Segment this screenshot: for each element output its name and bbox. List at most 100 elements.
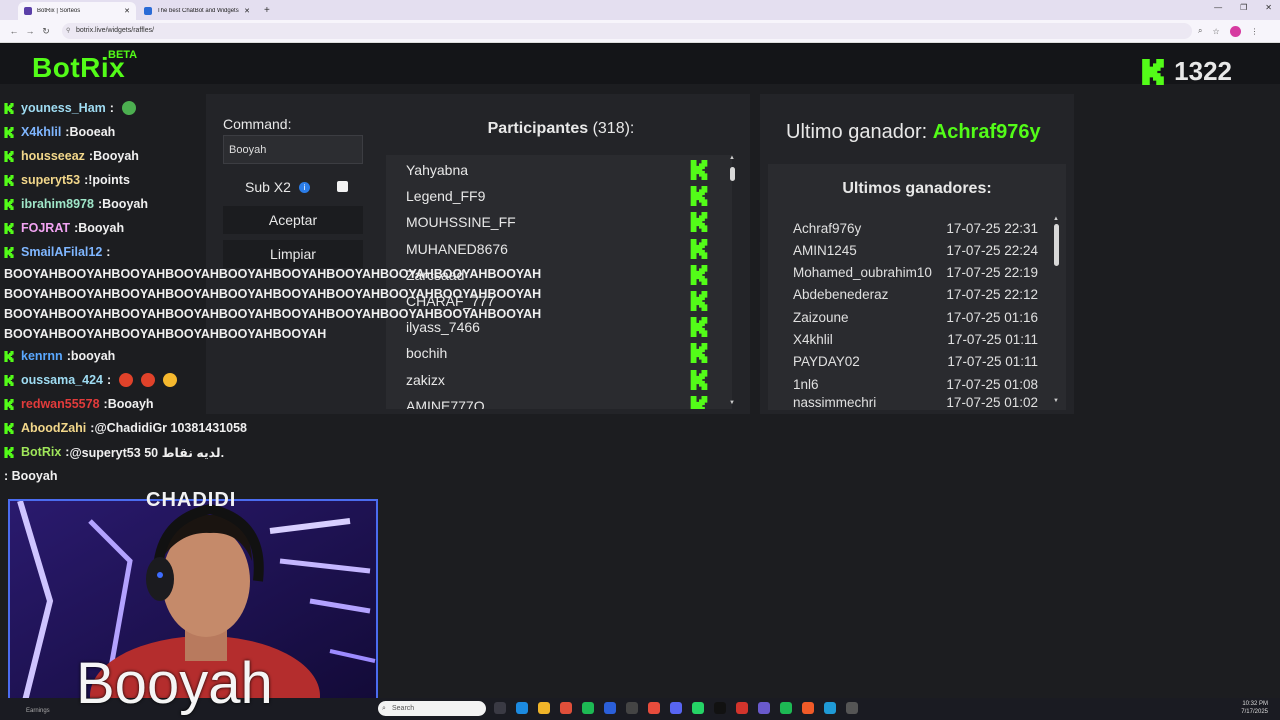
winner-name: nassimmechri: [793, 395, 877, 410]
kick-badge-icon: [4, 102, 14, 114]
app-icon[interactable]: [714, 702, 726, 714]
chat-username[interactable]: housseeaz: [21, 149, 85, 163]
profile-avatar[interactable]: [1229, 25, 1241, 37]
chat-username[interactable]: FOJRAT: [21, 221, 70, 235]
menu-dots-icon[interactable]: ⋮: [1251, 27, 1259, 36]
app-icon[interactable]: [824, 702, 836, 714]
scroll-thumb[interactable]: [730, 167, 735, 181]
chat-spam-text: BOOYAHBOOYAHBOOYAHBOOYAHBOOYAHBOOYAHBOOY…: [4, 267, 542, 341]
app-icon[interactable]: [648, 702, 660, 714]
winner-name: Mohamed_oubrahim10: [793, 265, 932, 281]
kick-badge-icon: [4, 150, 14, 162]
close-tab-icon[interactable]: ✕: [124, 7, 130, 15]
last-winner-label: Ultimo ganador:: [786, 121, 928, 143]
chat-username[interactable]: redwan55578: [21, 397, 100, 411]
scroll-up-icon[interactable]: ▲: [729, 155, 735, 161]
winners-scrollbar[interactable]: ▲ ▼: [1052, 216, 1062, 408]
scroll-thumb[interactable]: [1054, 224, 1059, 266]
winner-date: 17-07-25 01:02: [946, 395, 1038, 410]
chat-tail-message: : Booyah: [4, 469, 58, 483]
maximize-icon[interactable]: ❐: [1240, 3, 1247, 12]
winner-date: 17-07-25 22:19: [946, 265, 1038, 281]
scroll-down-icon[interactable]: ▼: [729, 400, 735, 406]
forward-icon[interactable]: →: [22, 26, 38, 36]
discord-icon[interactable]: [670, 702, 682, 714]
app-icon[interactable]: [846, 702, 858, 714]
kick-badge-icon: [690, 160, 708, 180]
minimize-icon[interactable]: —: [1214, 3, 1222, 12]
taskbar-apps: [494, 702, 858, 714]
spotify-icon[interactable]: [780, 702, 792, 714]
chat-username[interactable]: BotRix: [21, 445, 61, 459]
chat-message: redwan55578 : Booayh: [4, 392, 564, 416]
scroll-down-icon[interactable]: ▼: [1053, 398, 1059, 404]
chat-username[interactable]: AboodZahi: [21, 421, 86, 435]
zoom-icon[interactable]: ⌕: [1198, 26, 1202, 36]
winner-name: PAYDAY02: [793, 354, 860, 370]
bookmark-star-icon[interactable]: ☆: [1212, 27, 1219, 36]
chat-text: booyah: [70, 349, 116, 363]
url-field[interactable]: ⚲ botrix.live/widgets/raffles/: [62, 23, 1192, 39]
file-explorer-icon[interactable]: [538, 702, 550, 714]
kick-badge-icon: [4, 374, 14, 386]
taskbar-widget-label[interactable]: Earnings: [26, 708, 50, 714]
chat-username[interactable]: X4khlil: [21, 125, 61, 139]
whatsapp-icon[interactable]: [692, 702, 704, 714]
kick-logo-icon: [1142, 58, 1164, 85]
participants-scrollbar[interactable]: ▲ ▼: [728, 155, 738, 409]
chat-username[interactable]: superyt53: [21, 173, 80, 187]
new-tab-icon[interactable]: +: [264, 2, 270, 20]
chat-message: kenrnn : booyah: [4, 344, 564, 368]
close-window-icon[interactable]: ✕: [1265, 3, 1272, 12]
app-icon[interactable]: [604, 702, 616, 714]
chat-separator: :: [106, 245, 111, 259]
winners-list-title: Ultimos ganadores:: [842, 180, 992, 197]
back-icon[interactable]: ←: [6, 26, 22, 36]
kick-badge-icon: [4, 198, 14, 210]
app-icon[interactable]: [626, 702, 638, 714]
winner-row: nassimmechri 17-07-25 01:02: [793, 395, 1038, 409]
chat-username[interactable]: SmailAFilal12: [21, 245, 102, 259]
tab-title: The best ChatBot and Widgets: [157, 8, 239, 14]
chat-username[interactable]: kenrnn: [21, 349, 63, 363]
tab-chatbot-widgets[interactable]: The best ChatBot and Widgets ✕: [138, 2, 256, 20]
task-view-icon[interactable]: [494, 702, 506, 714]
last-winner: Ultimo ganador: Achraf976y: [786, 121, 1041, 144]
chat-username[interactable]: youness_Ham: [21, 101, 106, 115]
chat-message: oussama_424 :: [4, 368, 564, 392]
chat-username[interactable]: ibrahim8978: [21, 197, 94, 211]
close-tab-icon[interactable]: ✕: [244, 7, 250, 15]
winner-date: 17-07-25 22:12: [946, 287, 1038, 303]
spotify-icon[interactable]: [582, 702, 594, 714]
reload-icon[interactable]: ↻: [38, 26, 54, 37]
kick-badge-icon: [690, 343, 708, 364]
site-info-icon[interactable]: ⚲: [66, 23, 70, 39]
edge-icon[interactable]: [516, 702, 528, 714]
scroll-up-icon[interactable]: ▲: [1053, 216, 1059, 222]
winner-row: Zaizoune 17-07-25 01:16: [793, 306, 1038, 328]
last-winner-name: Achraf976y: [932, 121, 1041, 143]
kick-badge-icon: [690, 212, 708, 233]
app-icon[interactable]: [736, 702, 748, 714]
taskbar-search[interactable]: ⌕ Search: [378, 701, 486, 716]
app-icon[interactable]: [802, 702, 814, 714]
chat-username[interactable]: oussama_424: [21, 373, 103, 387]
winner-date: 17-07-25 22:31: [946, 220, 1038, 236]
winner-row: PAYDAY02 17-07-25 01:11: [793, 351, 1038, 373]
tab-botrix-sorteos[interactable]: BotRix | Sorteos ✕: [18, 2, 136, 20]
app-icon[interactable]: [758, 702, 770, 714]
chat-separator: :: [109, 101, 114, 115]
chat-text: Booyah: [78, 221, 125, 235]
kick-badge-icon: [690, 369, 708, 390]
explosion-emote-icon: [163, 373, 178, 387]
kick-badge-icon: [690, 238, 708, 259]
taskbar-clock[interactable]: 10:32 PM 7/17/2025: [1241, 700, 1268, 716]
address-icons: ⌕ ☆ ⋮: [1198, 25, 1259, 37]
chrome-icon[interactable]: [560, 702, 572, 714]
kick-counter: 1322: [1142, 56, 1232, 87]
frog-emote-icon: [121, 101, 136, 115]
winner-name: AMIN1245: [793, 242, 857, 258]
clock-time: 10:32 PM: [1242, 701, 1268, 707]
search-icon: ⌕: [382, 705, 386, 712]
kick-badge-icon: [4, 398, 14, 410]
